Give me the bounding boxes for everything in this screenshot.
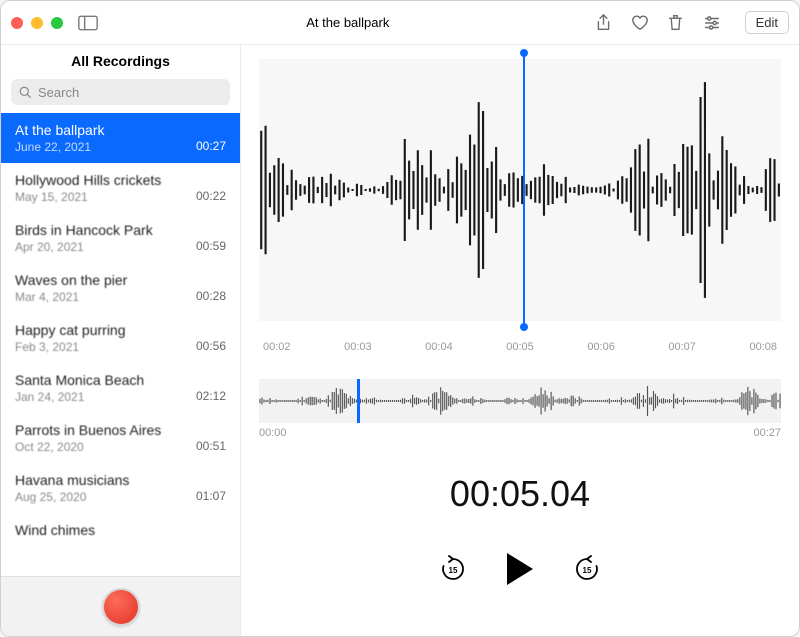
time-ruler: 00:02 00:03 00:04 00:05 00:06 00:07 00:08	[259, 335, 781, 353]
recording-item[interactable]: Happy cat purring Feb 3, 202100:56	[1, 313, 240, 363]
ruler-tick: 00:07	[668, 341, 696, 353]
ruler-tick: 00:04	[425, 341, 453, 353]
recording-date: Oct 22, 2020	[15, 440, 226, 454]
waveform-zoom[interactable]	[259, 59, 781, 321]
recording-title: Havana musicians	[15, 472, 226, 488]
recordings-list[interactable]: At the ballpark June 22, 202100:27 Hollywo…	[1, 113, 240, 576]
waveform-overview[interactable]	[259, 379, 781, 423]
skip-forward-button[interactable]: 15	[573, 555, 601, 583]
recording-title: Happy cat purring	[15, 322, 226, 338]
sidebar-toggle-icon[interactable]	[75, 12, 101, 34]
trash-icon[interactable]	[667, 14, 685, 32]
recording-date: Apr 20, 2021	[15, 240, 226, 254]
minimize-button[interactable]	[31, 17, 43, 29]
recording-duration: 00:27	[196, 139, 226, 153]
record-button[interactable]	[102, 588, 140, 626]
recording-title: Parrots in Buenos Aires	[15, 422, 226, 438]
ruler-tick: 00:03	[344, 341, 372, 353]
recording-date: May 15, 2021	[15, 190, 226, 204]
timecode: 00:05.04	[259, 473, 781, 515]
recording-item[interactable]: Wind chimes	[1, 513, 240, 547]
playhead[interactable]	[523, 55, 525, 325]
ruler-tick: 00:08	[749, 341, 777, 353]
recording-title: Waves on the pier	[15, 272, 226, 288]
recording-item[interactable]: Parrots in Buenos Aires Oct 22, 202000:51	[1, 413, 240, 463]
recording-title: Santa Monica Beach	[15, 372, 226, 388]
sidebar-footer	[1, 576, 240, 636]
recording-date: June 22, 2021	[15, 140, 226, 154]
search-placeholder: Search	[38, 85, 79, 100]
recording-item[interactable]: Hollywood Hills crickets May 15, 202100:2…	[1, 163, 240, 213]
recording-item[interactable]: Santa Monica Beach Jan 24, 202102:12	[1, 363, 240, 413]
recording-duration: 00:22	[196, 189, 226, 203]
sidebar-header: All Recordings	[1, 45, 240, 79]
transport-controls: 15 15	[259, 553, 781, 585]
recording-date: Feb 3, 2021	[15, 340, 226, 354]
recording-date: Jan 24, 2021	[15, 390, 226, 404]
recording-item[interactable]: At the ballpark June 22, 202100:27	[1, 113, 240, 163]
ruler-tick: 00:06	[587, 341, 615, 353]
recording-title: Hollywood Hills crickets	[15, 172, 226, 188]
settings-sliders-icon[interactable]	[703, 14, 721, 32]
window-title: At the ballpark	[101, 15, 595, 30]
waveform-overview-svg	[259, 379, 781, 423]
recording-item[interactable]: Waves on the pier Mar 4, 202100:28	[1, 263, 240, 313]
play-button[interactable]	[507, 553, 533, 585]
titlebar: At the ballpark	[1, 1, 799, 45]
share-icon[interactable]	[595, 14, 613, 32]
search-icon	[19, 86, 32, 99]
recording-duration: 00:59	[196, 239, 226, 253]
recording-date: Mar 4, 2021	[15, 290, 226, 304]
search-input[interactable]: Search	[11, 79, 230, 105]
overview-start-label: 00:00	[259, 427, 287, 439]
recording-title: At the ballpark	[15, 122, 226, 138]
recording-title: Birds in Hancock Park	[15, 222, 226, 238]
waveform-zoom-svg	[259, 59, 781, 321]
skip-back-seconds: 15	[449, 566, 458, 575]
overview-playhead[interactable]	[357, 379, 360, 423]
recording-title: Wind chimes	[15, 522, 226, 538]
recording-duration: 00:51	[196, 439, 226, 453]
overview-end-label: 00:27	[753, 427, 781, 439]
edit-button[interactable]: Edit	[745, 11, 789, 34]
waveform-overview-wrap: 00:00 00:27	[259, 379, 781, 439]
favorite-icon[interactable]	[631, 14, 649, 32]
recording-duration: 00:56	[196, 339, 226, 353]
skip-back-button[interactable]: 15	[439, 555, 467, 583]
recording-duration: 01:07	[196, 489, 226, 503]
recording-item[interactable]: Birds in Hancock Park Apr 20, 202100:59	[1, 213, 240, 263]
skip-fwd-seconds: 15	[583, 566, 592, 575]
voice-memos-window: At the ballpark	[0, 0, 800, 637]
sidebar: All Recordings Search At the ballpark Jun…	[1, 45, 241, 636]
recording-item[interactable]: Havana musicians Aug 25, 202001:07	[1, 463, 240, 513]
window-controls	[11, 17, 63, 29]
close-button[interactable]	[11, 17, 23, 29]
recording-duration: 02:12	[196, 389, 226, 403]
ruler-tick: 00:05	[506, 341, 534, 353]
recording-date: Aug 25, 2020	[15, 490, 226, 504]
zoom-button[interactable]	[51, 17, 63, 29]
toolbar: Edit	[595, 11, 789, 34]
recording-duration: 00:28	[196, 289, 226, 303]
main-panel: 00:02 00:03 00:04 00:05 00:06 00:07 00:08 00:0…	[241, 45, 799, 636]
ruler-tick: 00:02	[263, 341, 291, 353]
